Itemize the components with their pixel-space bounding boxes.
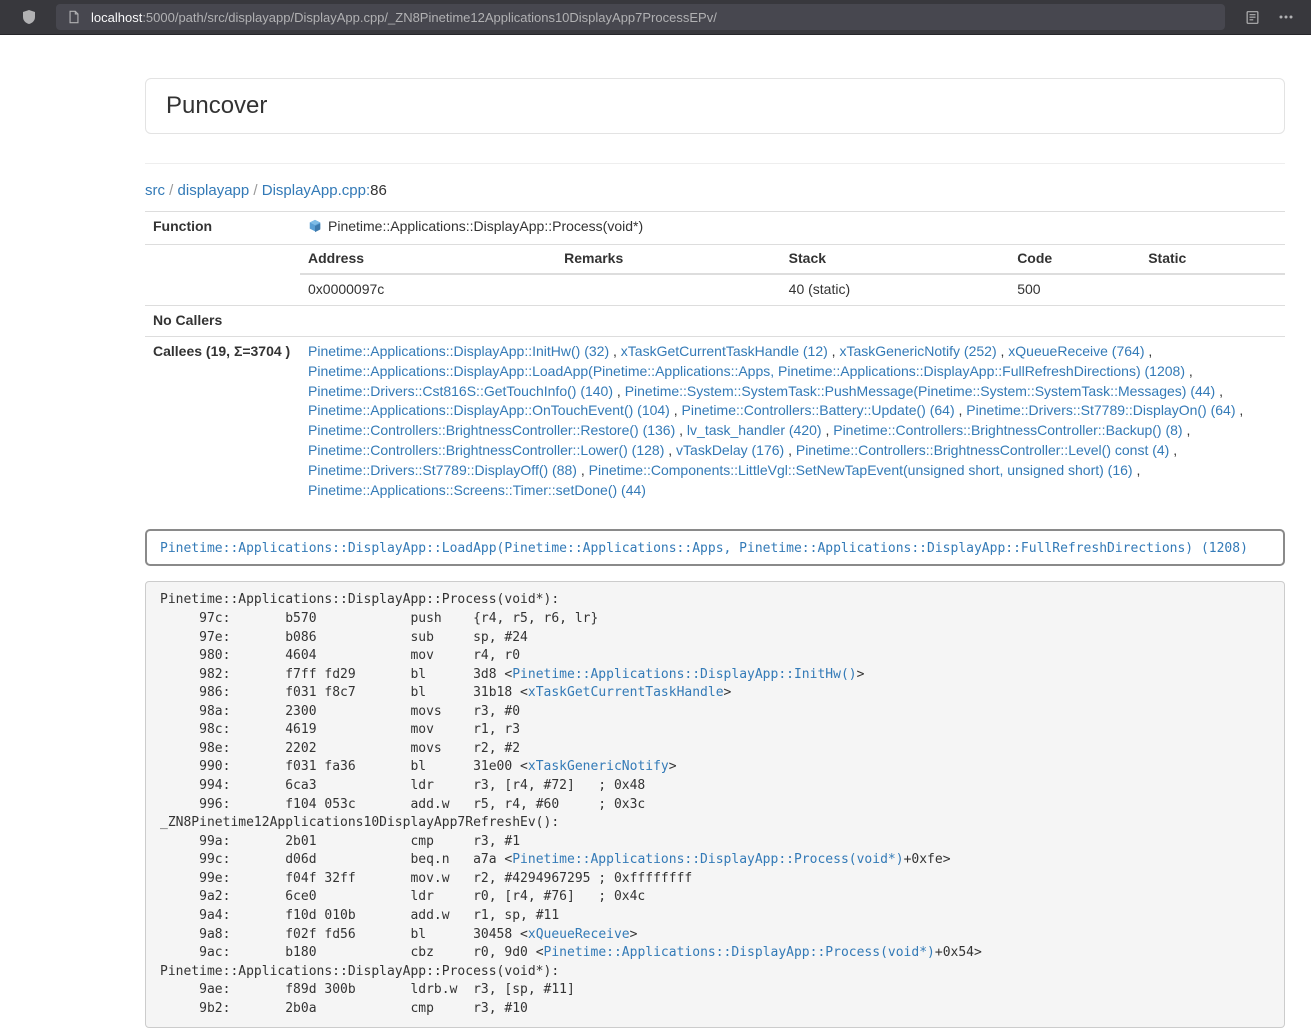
metrics-table: AddressRemarksStackCodeStatic 0x0000097c… bbox=[300, 245, 1285, 305]
breadcrumb-link[interactable]: DisplayApp.cpp: bbox=[262, 182, 370, 199]
callee-link[interactable]: Pinetime::Controllers::BrightnessControl… bbox=[796, 442, 1169, 458]
url-path: :5000/path/src/displayapp/DisplayApp.cpp… bbox=[142, 10, 717, 25]
callee-link[interactable]: Pinetime::Applications::Screens::Timer::… bbox=[308, 482, 646, 498]
column-header-remarks: Remarks bbox=[556, 245, 781, 274]
callee-link[interactable]: Pinetime::Applications::DisplayApp::Load… bbox=[308, 363, 1185, 379]
callee-link[interactable]: lv_task_handler (420) bbox=[687, 422, 822, 438]
metrics-cell: AddressRemarksStackCodeStatic 0x0000097c… bbox=[300, 244, 1285, 305]
callees-row: Callees (19, Σ=3704 ) Pinetime::Applicat… bbox=[145, 336, 1285, 506]
breadcrumb-line-number: 86 bbox=[370, 182, 387, 199]
function-name-cell: Pinetime::Applications::DisplayApp::Proc… bbox=[300, 211, 1285, 244]
callee-link[interactable]: xTaskGetCurrentTaskHandle (12) bbox=[621, 343, 828, 359]
page-actions-menu-icon[interactable] bbox=[1273, 4, 1299, 30]
reader-view-icon[interactable] bbox=[1239, 4, 1265, 30]
shield-icon[interactable] bbox=[16, 4, 42, 30]
symbol-link[interactable]: xQueueReceive bbox=[528, 927, 630, 942]
disassembly-block: Pinetime::Applications::DisplayApp::Proc… bbox=[145, 581, 1285, 1028]
callee-link[interactable]: xQueueReceive (764) bbox=[1008, 343, 1144, 359]
symbol-table: Function Pinetime::Applications::Display… bbox=[145, 211, 1285, 507]
metric-value-stack: 40 (static) bbox=[781, 274, 1010, 305]
browser-toolbar: localhost:5000/path/src/displayapp/Displ… bbox=[0, 0, 1311, 35]
column-header-code: Code bbox=[1009, 245, 1140, 274]
column-header-address: Address bbox=[300, 245, 556, 274]
callers-row: No Callers bbox=[145, 305, 1285, 336]
main-content: Puncover src / displayapp / DisplayApp.c… bbox=[145, 78, 1285, 1028]
highlighted-symbol: Pinetime::Applications::DisplayApp::Load… bbox=[145, 529, 1285, 566]
function-label: Function bbox=[145, 211, 300, 244]
callees-list: Pinetime::Applications::DisplayApp::Init… bbox=[300, 336, 1285, 506]
breadcrumb-separator: / bbox=[249, 182, 262, 199]
page-icon bbox=[65, 8, 83, 26]
function-cube-icon bbox=[308, 219, 322, 239]
symbol-link[interactable]: xTaskGetCurrentTaskHandle bbox=[528, 685, 724, 700]
empty-cell bbox=[145, 244, 300, 305]
function-name: Pinetime::Applications::DisplayApp::Proc… bbox=[328, 218, 643, 234]
breadcrumb-link[interactable]: src bbox=[145, 182, 165, 199]
symbol-link[interactable]: Pinetime::Applications::DisplayApp::Proc… bbox=[544, 945, 935, 960]
breadcrumb-separator: / bbox=[165, 182, 178, 199]
callee-link[interactable]: xTaskGenericNotify (252) bbox=[839, 343, 996, 359]
url-host: localhost bbox=[91, 10, 142, 25]
metric-value-remarks bbox=[556, 274, 781, 305]
callee-link[interactable]: Pinetime::Controllers::BrightnessControl… bbox=[308, 422, 675, 438]
highlighted-symbol-link[interactable]: Pinetime::Applications::DisplayApp::Load… bbox=[160, 541, 1248, 556]
callee-link[interactable]: Pinetime::Applications::DisplayApp::Init… bbox=[308, 343, 609, 359]
url-text: localhost:5000/path/src/displayapp/Displ… bbox=[91, 10, 717, 25]
metric-value-static bbox=[1140, 274, 1285, 305]
callee-link[interactable]: Pinetime::Controllers::Battery::Update()… bbox=[682, 402, 955, 418]
callees-label: Callees (19, Σ=3704 ) bbox=[145, 336, 300, 506]
metrics-row-wrapper: AddressRemarksStackCodeStatic 0x0000097c… bbox=[145, 244, 1285, 305]
metric-value-address: 0x0000097c bbox=[300, 274, 556, 305]
callee-link[interactable]: Pinetime::Drivers::St7789::DisplayOn() (… bbox=[966, 402, 1235, 418]
empty-cell bbox=[300, 305, 1285, 336]
page-title: Puncover bbox=[166, 92, 1264, 120]
callee-link[interactable]: Pinetime::Drivers::St7789::DisplayOff() … bbox=[308, 462, 577, 478]
symbol-link[interactable]: Pinetime::Applications::DisplayApp::Init… bbox=[512, 667, 856, 682]
metric-value-code: 500 bbox=[1009, 274, 1140, 305]
divider bbox=[145, 163, 1285, 164]
symbol-link[interactable]: Pinetime::Applications::DisplayApp::Proc… bbox=[512, 852, 903, 867]
metrics-value-row: 0x0000097c 40 (static)500 bbox=[300, 274, 1285, 305]
no-callers-label: No Callers bbox=[145, 305, 300, 336]
breadcrumb: src / displayapp / DisplayApp.cpp:86 bbox=[145, 182, 1285, 199]
callee-link[interactable]: vTaskDelay (176) bbox=[676, 442, 784, 458]
callee-link[interactable]: Pinetime::Applications::DisplayApp::OnTo… bbox=[308, 402, 670, 418]
symbol-link[interactable]: xTaskGenericNotify bbox=[528, 759, 669, 774]
column-header-static: Static bbox=[1140, 245, 1285, 274]
function-row: Function Pinetime::Applications::Display… bbox=[145, 211, 1285, 244]
column-header-stack: Stack bbox=[781, 245, 1010, 274]
url-bar[interactable]: localhost:5000/path/src/displayapp/Displ… bbox=[56, 4, 1225, 30]
callee-link[interactable]: Pinetime::Controllers::BrightnessControl… bbox=[308, 442, 664, 458]
callee-link[interactable]: Pinetime::Components::LittleVgl::SetNewT… bbox=[589, 462, 1133, 478]
callee-link[interactable]: Pinetime::System::SystemTask::PushMessag… bbox=[625, 383, 1216, 399]
metrics-header-row: AddressRemarksStackCodeStatic bbox=[300, 245, 1285, 274]
callee-link[interactable]: Pinetime::Controllers::BrightnessControl… bbox=[833, 422, 1182, 438]
breadcrumb-link[interactable]: displayapp bbox=[178, 182, 250, 199]
callee-link[interactable]: Pinetime::Drivers::Cst816S::GetTouchInfo… bbox=[308, 383, 613, 399]
app-header: Puncover bbox=[145, 78, 1285, 134]
